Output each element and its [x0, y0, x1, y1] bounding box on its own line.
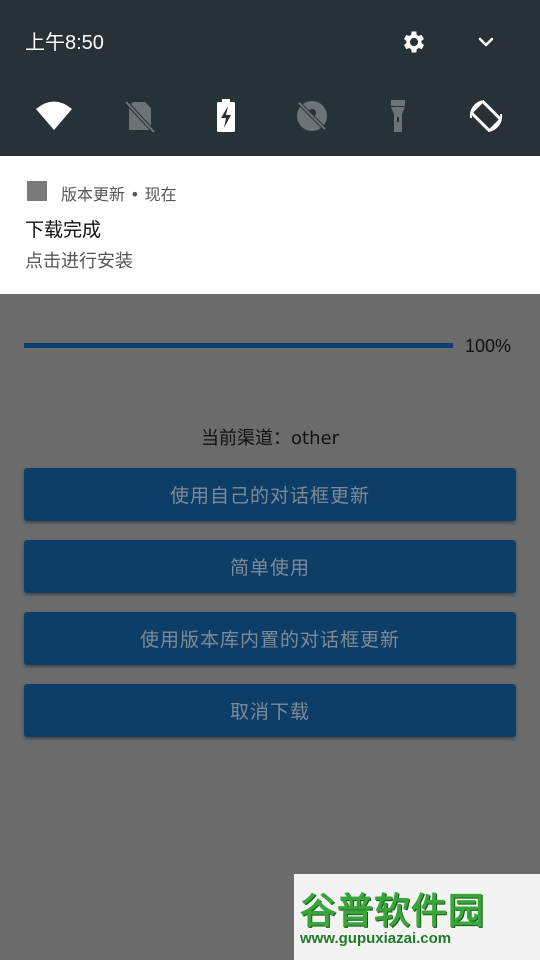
- quick-settings-tiles: [0, 96, 540, 136]
- own-dialog-update-button[interactable]: 使用自己的对话框更新: [24, 468, 516, 521]
- settings-gear-icon[interactable]: [400, 28, 428, 56]
- location-off-icon[interactable]: [292, 96, 332, 136]
- notification-title: 下载完成: [25, 219, 102, 241]
- chevron-down-icon[interactable]: [474, 30, 498, 54]
- watermark-text: 谷普软件园: [300, 891, 486, 932]
- watermark-url: www.gupuxiazai.com: [300, 930, 452, 947]
- status-time: 上午8:50: [25, 32, 104, 54]
- notification-time: 现在: [144, 185, 177, 204]
- builtin-dialog-update-button[interactable]: 使用版本库内置的对话框更新: [24, 612, 516, 665]
- download-notification[interactable]: 版本更新 • 现在 下载完成 点击进行安装: [0, 156, 540, 294]
- cancel-download-button[interactable]: 取消下载: [24, 684, 516, 737]
- separator-dot: •: [130, 185, 145, 204]
- notification-header: 版本更新 • 现在: [61, 181, 177, 205]
- wifi-icon[interactable]: [34, 96, 74, 136]
- download-progress-bar: [24, 343, 453, 348]
- auto-rotate-icon[interactable]: [466, 96, 506, 136]
- watermark: 谷普软件园 www.gupuxiazai.com: [294, 874, 540, 960]
- simple-use-button[interactable]: 简单使用: [24, 540, 516, 593]
- battery-charging-icon[interactable]: [206, 96, 246, 136]
- notification-app-name: 版本更新: [61, 185, 126, 204]
- app-content: 100% 当前渠道：other 使用自己的对话框更新 简单使用 使用版本库内置的…: [0, 294, 540, 960]
- quick-settings-shade: 上午8:50: [0, 0, 540, 156]
- notification-text: 点击进行安装: [25, 251, 133, 272]
- app-icon: [27, 181, 47, 201]
- download-progress-percent: 100%: [465, 336, 512, 356]
- flashlight-icon[interactable]: [378, 96, 418, 136]
- no-sim-icon[interactable]: [120, 96, 160, 136]
- channel-label: 当前渠道：other: [201, 428, 339, 449]
- download-progress-fill: [24, 343, 453, 348]
